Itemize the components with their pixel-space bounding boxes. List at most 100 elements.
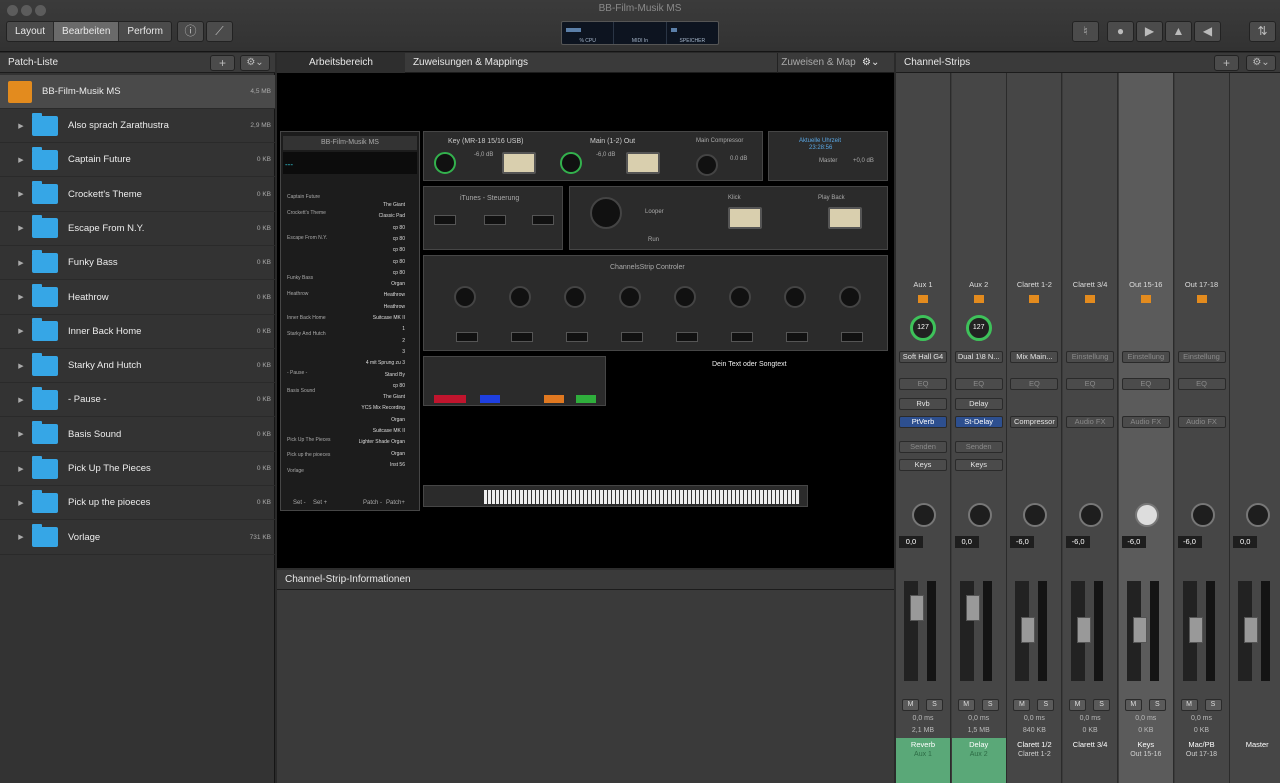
channel-button[interactable] bbox=[731, 332, 753, 342]
set-plus-button[interactable]: Set + bbox=[313, 500, 327, 506]
patch-gear-button[interactable]: ⚙⌄ bbox=[240, 55, 270, 71]
mute-button[interactable]: M bbox=[902, 699, 919, 711]
fader-handle[interactable] bbox=[1244, 617, 1259, 643]
key-volume-knob[interactable] bbox=[434, 152, 456, 174]
audio-fx-slot[interactable]: Audio FX bbox=[1066, 416, 1115, 428]
solo-button[interactable]: S bbox=[981, 699, 999, 711]
itunes-play-button[interactable] bbox=[484, 215, 506, 225]
tuner-small-button[interactable]: ♮ bbox=[1072, 21, 1099, 42]
disclosure-icon[interactable]: ▶ bbox=[12, 259, 30, 267]
pan-knob[interactable] bbox=[912, 503, 936, 527]
assign-map-button[interactable]: Zuweisen & Map bbox=[777, 53, 859, 73]
patch-row[interactable]: ▶ Captain Future 0 KB bbox=[0, 143, 275, 178]
setting-button[interactable]: Einstellung bbox=[1177, 351, 1226, 363]
add-patch-button[interactable]: + bbox=[210, 55, 235, 71]
eq-button[interactable]: EQ bbox=[1010, 378, 1059, 390]
setting-button[interactable]: Einstellung bbox=[1121, 351, 1170, 363]
setting-button[interactable]: Mix Main... bbox=[1010, 351, 1059, 363]
disclosure-icon[interactable]: ▶ bbox=[12, 190, 30, 198]
eq-button[interactable]: EQ bbox=[1177, 378, 1226, 390]
solo-button[interactable]: S bbox=[926, 699, 943, 711]
patch-plus-button[interactable]: Patch+ bbox=[386, 500, 405, 506]
audio-fx-slot[interactable]: St-Delay bbox=[954, 416, 1003, 428]
patch-minus-button[interactable]: Patch - bbox=[363, 500, 382, 506]
fader-handle[interactable] bbox=[910, 595, 924, 621]
eq-button[interactable]: EQ bbox=[1066, 378, 1115, 390]
strip-name-plate[interactable]: Clarett 3/4 bbox=[1063, 738, 1117, 783]
volume-value[interactable]: -6,0 bbox=[1121, 536, 1146, 548]
mute-button[interactable]: M bbox=[957, 699, 975, 711]
channel-strip[interactable]: Clarett 1-2 Mix Main... EQ Compressor -6,0 M S… bbox=[1007, 73, 1063, 783]
disclosure-icon[interactable]: ▶ bbox=[12, 362, 30, 370]
channel-button[interactable] bbox=[511, 332, 533, 342]
strip-name-plate[interactable]: Mac/PB Out 17-18 bbox=[1175, 738, 1229, 783]
instrument-slot[interactable]: Keys bbox=[899, 459, 947, 471]
tuner-button[interactable]: ⟋ bbox=[206, 21, 233, 42]
volume-ring[interactable]: 127 bbox=[965, 315, 992, 341]
patch-row[interactable]: ▶ Pick Up The Pieces 0 KB bbox=[0, 452, 275, 486]
channel-strip[interactable]: Out 17-18 Einstellung EQ Audio FX -6,0 M S 0,0 … bbox=[1174, 73, 1230, 783]
volume-value[interactable]: -6,0 bbox=[1177, 536, 1202, 548]
fader-handle[interactable] bbox=[1021, 617, 1036, 643]
channel-strip[interactable]: Out 15-16 Einstellung EQ Audio FX -6,0 M S 0,0 … bbox=[1118, 73, 1174, 783]
setting-button[interactable]: Dual 1\8 N... bbox=[954, 351, 1003, 363]
eq-button[interactable]: EQ bbox=[899, 378, 947, 390]
disclosure-icon[interactable]: ▶ bbox=[12, 430, 30, 438]
channel-button[interactable] bbox=[621, 332, 643, 342]
patch-row[interactable]: ▶ Pick up the pioeces 0 KB bbox=[0, 486, 275, 521]
fader-handle[interactable] bbox=[1077, 617, 1092, 643]
volume-value[interactable]: -6,0 bbox=[1010, 536, 1035, 548]
channel-strip[interactable]: Clarett 3/4 Einstellung EQ Audio FX -6,0 M S 0,… bbox=[1063, 73, 1119, 783]
solo-button[interactable]: S bbox=[1037, 699, 1055, 711]
channel-knob[interactable] bbox=[454, 286, 476, 308]
orange-pad[interactable] bbox=[544, 395, 564, 403]
send-button[interactable]: Senden bbox=[954, 441, 1003, 453]
send-button[interactable]: Senden bbox=[899, 441, 947, 453]
setting-button[interactable]: Soft Hall G4 bbox=[899, 351, 947, 363]
patch-row[interactable]: ▶ Also sprach Zarathustra 2,9 MB bbox=[0, 109, 275, 143]
fader-handle[interactable] bbox=[965, 595, 980, 621]
audio-fx-slot[interactable]: Compressor bbox=[1010, 416, 1059, 428]
mixer-button[interactable]: ⇅ bbox=[1249, 21, 1276, 42]
patch-row[interactable]: ▶ Inner Back Home 0 KB bbox=[0, 315, 275, 349]
channel-button[interactable] bbox=[676, 332, 698, 342]
channel-knob[interactable] bbox=[729, 286, 751, 308]
record-button[interactable]: ● bbox=[1107, 21, 1134, 42]
set-minus-button[interactable]: Set - bbox=[293, 500, 306, 506]
add-strip-button[interactable]: + bbox=[1214, 55, 1239, 71]
disclosure-icon[interactable]: ▶ bbox=[12, 156, 30, 164]
disclosure-icon[interactable]: ▶ bbox=[12, 293, 30, 301]
strip-name-plate[interactable]: Delay Aux 2 bbox=[951, 738, 1006, 783]
mute-button[interactable]: M bbox=[1180, 699, 1198, 711]
red-pad[interactable] bbox=[434, 395, 466, 403]
channel-knob[interactable] bbox=[564, 286, 586, 308]
itunes-reset-button[interactable] bbox=[434, 215, 456, 225]
audio-fx-slot[interactable]: Audio FX bbox=[1177, 416, 1226, 428]
solo-button[interactable]: S bbox=[1148, 699, 1166, 711]
patch-row[interactable]: ▶ Escape From N.Y. 0 KB bbox=[0, 212, 275, 246]
channel-knob[interactable] bbox=[839, 286, 861, 308]
info-button[interactable]: ⓘ bbox=[177, 21, 204, 42]
fader-handle[interactable] bbox=[1132, 617, 1147, 643]
volume-fader[interactable] bbox=[959, 581, 980, 681]
blue-pad[interactable] bbox=[480, 395, 500, 403]
disclosure-icon[interactable]: ▶ bbox=[12, 533, 30, 541]
patch-row[interactable]: ▶ Vorlage 731 KB bbox=[0, 521, 275, 555]
volume-fader[interactable] bbox=[1071, 581, 1092, 681]
mode-perform[interactable]: Perform bbox=[119, 22, 171, 41]
patch-row[interactable]: ▶ - Pause -0 KB bbox=[0, 383, 275, 418]
link-button[interactable]: Rvb bbox=[899, 398, 947, 410]
volume-value[interactable]: -6,0 bbox=[1066, 536, 1091, 548]
mode-layout[interactable]: Layout bbox=[7, 22, 55, 41]
disclosure-icon[interactable]: ▶ bbox=[12, 499, 30, 507]
volume-fader[interactable] bbox=[1126, 581, 1147, 681]
audio-fx-slot[interactable]: Audio FX bbox=[1121, 416, 1170, 428]
volume-ring[interactable]: 127 bbox=[910, 315, 936, 341]
channel-strip[interactable]: Aux 1 127 Soft Hall G4 EQ Rvb PtVerb Senden Key… bbox=[896, 73, 951, 783]
mute-button[interactable]: M bbox=[1124, 699, 1142, 711]
volume-fader[interactable] bbox=[1238, 581, 1259, 681]
gear-icon[interactable]: ⚙⌄ bbox=[862, 53, 879, 73]
speaker-button[interactable]: ◀ bbox=[1194, 21, 1221, 42]
looper-knob[interactable] bbox=[590, 197, 622, 229]
metronome-button[interactable]: ▲ bbox=[1165, 21, 1192, 42]
